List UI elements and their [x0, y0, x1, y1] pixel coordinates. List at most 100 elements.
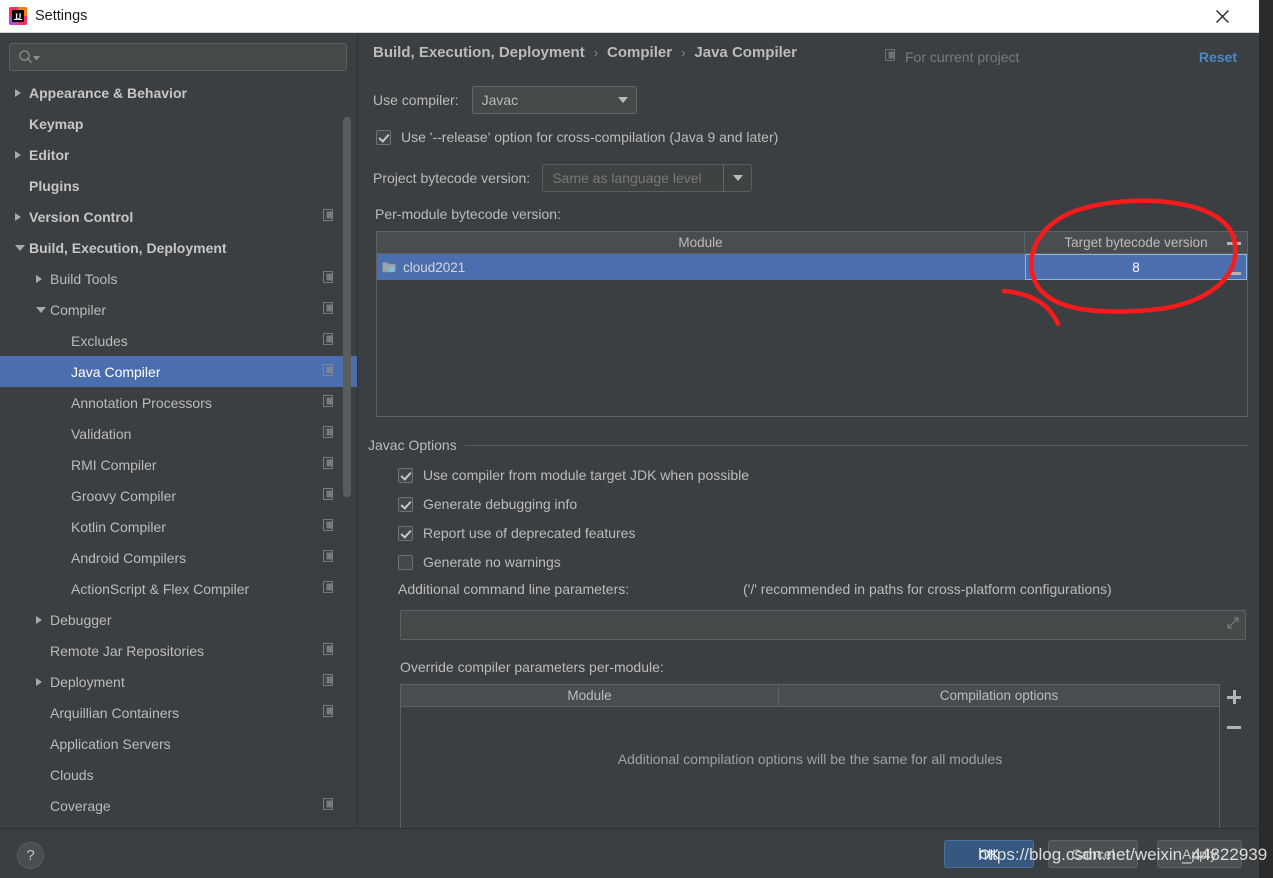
sidebar-item-plugins[interactable]: Plugins — [0, 170, 358, 201]
sidebar-item-label: RMI Compiler — [71, 456, 157, 473]
generate-no-warnings-checkbox[interactable] — [398, 554, 413, 570]
sidebar-item-label: Build, Execution, Deployment — [29, 239, 227, 256]
override-params-table[interactable]: Module Compilation options Additional co… — [400, 684, 1220, 832]
chevron-right-icon[interactable] — [15, 212, 29, 221]
chevron-down-icon[interactable] — [723, 165, 751, 191]
sidebar-item-excludes[interactable]: Excludes — [0, 325, 358, 356]
copy-icon — [323, 580, 336, 597]
use-compiler-select[interactable]: Javac — [471, 86, 637, 114]
sidebar-item-label: Coverage — [50, 797, 111, 814]
sidebar-item-label: Android Compilers — [71, 549, 187, 566]
chevron-right-icon[interactable] — [15, 150, 29, 159]
sidebar-item-remote-jar-repositories[interactable]: Remote Jar Repositories — [0, 635, 358, 666]
sidebar-item-android-compilers[interactable]: Android Compilers — [0, 542, 358, 573]
table-row[interactable]: cloud2021 8 — [377, 254, 1247, 280]
intellij-idea-logo-icon: IJ — [9, 7, 27, 25]
minus-icon[interactable] — [1224, 263, 1244, 283]
report-deprecated-checkbox[interactable] — [398, 525, 413, 541]
sidebar-item-groovy-compiler[interactable]: Groovy Compiler — [0, 480, 358, 511]
sidebar-item-label: Clouds — [50, 766, 94, 783]
copy-icon — [323, 332, 336, 349]
sidebar-item-label: Plugins — [29, 177, 80, 194]
chevron-down-icon[interactable] — [36, 306, 50, 313]
use-module-jdk-checkbox[interactable] — [398, 467, 413, 483]
sidebar-item-arquillian-containers[interactable]: Arquillian Containers — [0, 697, 358, 728]
cancel-button[interactable]: Cancel — [1048, 840, 1138, 868]
chevron-right-icon[interactable] — [36, 677, 50, 686]
sidebar-item-debugger[interactable]: Debugger — [0, 604, 358, 635]
javac-options-group: Javac Options — [368, 437, 1248, 457]
breadcrumb-item-0[interactable]: Build, Execution, Deployment — [373, 44, 585, 61]
chevron-right-icon[interactable] — [36, 615, 50, 624]
column-header-target[interactable]: Target bytecode version — [1025, 232, 1247, 253]
copy-icon — [323, 518, 336, 535]
javac-option-row-0[interactable]: Use compiler from module target JDK when… — [398, 467, 749, 483]
sidebar-scrollbar-thumb[interactable] — [343, 117, 351, 497]
reset-link[interactable]: Reset — [1199, 49, 1237, 65]
help-button[interactable]: ? — [17, 842, 44, 869]
column-header-module[interactable]: Module — [401, 685, 779, 706]
module-bytecode-table[interactable]: Module Target bytecode version cloud2021 — [376, 231, 1248, 417]
search-dropdown-arrow-icon[interactable] — [33, 55, 41, 63]
generate-debugging-info-label: Generate debugging info — [423, 496, 578, 512]
project-bytecode-row: Project bytecode version: Same as langua… — [373, 164, 753, 192]
expand-icon[interactable] — [1227, 616, 1239, 634]
sidebar-item-clouds[interactable]: Clouds — [0, 759, 358, 790]
copy-icon — [323, 487, 336, 504]
copy-icon — [323, 363, 336, 380]
sidebar-item-annotation-processors[interactable]: Annotation Processors — [0, 387, 358, 418]
search-input[interactable] — [41, 48, 346, 66]
sidebar-item-label: Build Tools — [50, 270, 118, 287]
sidebar-item-validation[interactable]: Validation — [0, 418, 358, 449]
sidebar-item-java-compiler[interactable]: Java Compiler — [0, 356, 358, 387]
sidebar-item-kotlin-compiler[interactable]: Kotlin Compiler — [0, 511, 358, 542]
minus-icon[interactable] — [1224, 717, 1244, 737]
chevron-right-icon[interactable] — [15, 88, 29, 97]
sidebar-item-label: ActionScript & Flex Compiler — [71, 580, 250, 597]
logo-letters: IJ — [12, 10, 24, 22]
sidebar-item-label: Editor — [29, 146, 70, 163]
project-bytecode-select[interactable]: Same as language level — [542, 164, 753, 192]
copy-icon — [323, 642, 336, 659]
column-header-compilation-options[interactable]: Compilation options — [779, 685, 1219, 706]
close-icon[interactable] — [1199, 0, 1245, 33]
plus-icon[interactable] — [1224, 687, 1244, 707]
settings-sidebar: Appearance & Behavior Keymap Editor Plugins… — [0, 33, 358, 828]
chevron-down-icon[interactable] — [15, 244, 29, 251]
chevron-right-icon[interactable] — [36, 274, 50, 283]
plus-icon[interactable] — [1224, 233, 1244, 253]
sidebar-item-compiler[interactable]: Compiler — [0, 294, 358, 325]
ok-button[interactable]: OK — [944, 840, 1034, 868]
sidebar-item-build-tools[interactable]: Build Tools — [0, 263, 358, 294]
generate-debugging-info-checkbox[interactable] — [398, 496, 413, 512]
column-header-module[interactable]: Module — [377, 232, 1025, 253]
additional-params-hint: ('/' recommended in paths for cross-plat… — [743, 581, 1112, 597]
javac-option-row-2[interactable]: Report use of deprecated features — [398, 525, 635, 541]
settings-tree[interactable]: Appearance & Behavior Keymap Editor Plugins… — [0, 77, 358, 819]
sidebar-item-deployment[interactable]: Deployment — [0, 666, 358, 697]
sidebar-item-version-control[interactable]: Version Control — [0, 201, 358, 232]
sidebar-item-build-execution-deployment[interactable]: Build, Execution, Deployment — [0, 232, 358, 263]
breadcrumb-separator: › — [593, 45, 599, 60]
sidebar-item-keymap[interactable]: Keymap — [0, 108, 358, 139]
sidebar-item-coverage[interactable]: Coverage — [0, 790, 358, 819]
sidebar-item-editor[interactable]: Editor — [0, 139, 358, 170]
sidebar-item-label: Annotation Processors — [71, 394, 212, 411]
breadcrumb-item-1[interactable]: Compiler — [607, 44, 672, 61]
sidebar-item-rmi-compiler[interactable]: RMI Compiler — [0, 449, 358, 480]
javac-option-row-1[interactable]: Generate debugging info — [398, 496, 577, 512]
additional-params-input[interactable] — [400, 610, 1246, 640]
apply-button[interactable]: Apply — [1157, 840, 1242, 868]
copy-icon — [323, 456, 336, 473]
chevron-down-icon[interactable] — [610, 97, 636, 103]
release-option-checkbox[interactable] — [376, 129, 391, 145]
sidebar-item-application-servers[interactable]: Application Servers — [0, 728, 358, 759]
override-label: Override compiler parameters per-module: — [400, 659, 664, 675]
cell-module[interactable]: cloud2021 — [377, 254, 1025, 280]
cell-target-bytecode[interactable]: 8 — [1025, 254, 1247, 280]
search-box[interactable] — [9, 43, 347, 71]
sidebar-item-actionscript-flex-compiler[interactable]: ActionScript & Flex Compiler — [0, 573, 358, 604]
javac-option-row-3[interactable]: Generate no warnings — [398, 554, 561, 570]
sidebar-item-appearance-behavior[interactable]: Appearance & Behavior — [0, 77, 358, 108]
release-option-row[interactable]: Use '--release' option for cross-compila… — [376, 129, 778, 145]
